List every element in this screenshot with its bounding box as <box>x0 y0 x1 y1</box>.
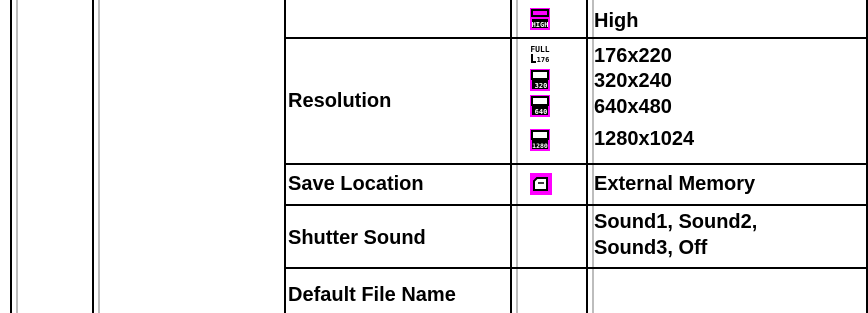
shutter-sound-value-line2: Sound3, Off <box>594 237 708 259</box>
svg-text:1280: 1280 <box>532 142 548 150</box>
resolution-label: Resolution <box>288 90 392 112</box>
res-1280-icon: 1280 <box>530 129 550 151</box>
resolution-value-4: 1280x1024 <box>594 128 695 150</box>
save-location-value: External Memory <box>594 173 756 195</box>
save-location-label: Save Location <box>288 173 424 195</box>
second-left-border <box>92 0 94 313</box>
shutter-sound-label: Shutter Sound <box>288 227 426 249</box>
memory-card-icon <box>530 173 552 195</box>
quality-value: High <box>594 10 639 32</box>
second-left-border-gray <box>98 0 100 313</box>
svg-text:320: 320 <box>535 82 548 90</box>
row-sep-4 <box>284 267 868 269</box>
row-sep-1 <box>284 37 868 39</box>
outer-left-border-gray <box>16 0 18 313</box>
outer-left-border <box>10 0 12 313</box>
svg-text:640: 640 <box>535 108 548 116</box>
resolution-value-1: 176x220 <box>594 45 672 67</box>
resolution-value-2: 320x240 <box>594 70 672 92</box>
svg-text:FULL: FULL <box>530 45 549 54</box>
resolution-value-3: 640x480 <box>594 96 672 118</box>
default-file-name-label: Default File Name <box>288 284 456 306</box>
svg-text:HIGH: HIGH <box>532 21 549 29</box>
res-320-icon: 320 <box>530 69 550 91</box>
svg-text:176: 176 <box>537 56 550 64</box>
row-sep-3 <box>284 204 868 206</box>
quality-high-icon: HIGH <box>530 8 550 30</box>
res-640-icon: 640 <box>530 95 550 117</box>
shutter-sound-value-line1: Sound1, Sound2, <box>594 211 758 233</box>
row-sep-2 <box>284 163 868 165</box>
res-full-176-icon: FULL 176 <box>530 43 550 65</box>
